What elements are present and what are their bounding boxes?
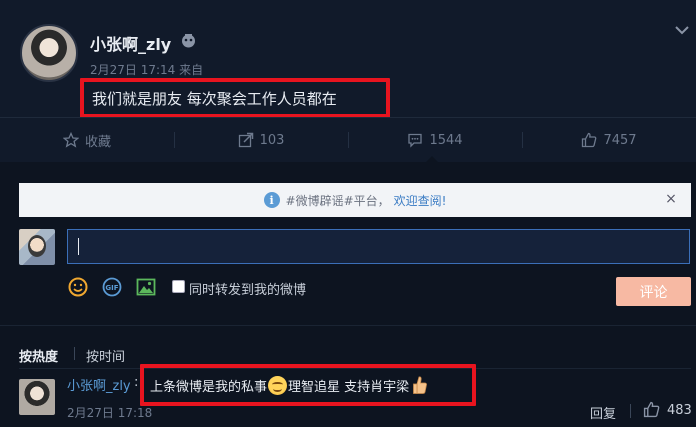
emoji-icon[interactable] xyxy=(68,277,88,297)
chevron-down-icon[interactable] xyxy=(674,24,690,36)
post-author-avatar[interactable] xyxy=(20,24,78,82)
favorite-label: 收藏 xyxy=(84,134,111,150)
comment-author-avatar[interactable] xyxy=(19,379,55,415)
highlight-box-post xyxy=(80,78,390,118)
like-count: 7457 xyxy=(603,132,637,148)
comment-count: 1544 xyxy=(429,132,463,148)
current-user-avatar xyxy=(19,229,55,265)
comment-icon xyxy=(408,133,423,148)
gif-icon[interactable]: GIF xyxy=(102,277,122,297)
comment-author-name[interactable]: 小张啊_zly xyxy=(67,375,131,394)
reply-button[interactable]: 回复 xyxy=(590,403,616,422)
comment-like-count: 483 xyxy=(667,403,692,418)
notice-tag[interactable]: #微博辟谣#平台， xyxy=(286,192,390,209)
divider xyxy=(0,325,696,326)
sort-by-time-tab[interactable]: 按时间 xyxy=(86,346,125,365)
favorite-button[interactable]: 收藏 xyxy=(0,118,174,162)
repost-checkbox-label[interactable]: 同时转发到我的微博 xyxy=(189,279,306,298)
text-caret xyxy=(78,238,79,255)
notice-banner: i #微博辟谣#平台， 欢迎查阅! xyxy=(19,183,691,217)
thumbs-up-icon[interactable] xyxy=(643,401,660,418)
share-icon xyxy=(238,132,253,148)
close-icon[interactable]: × xyxy=(664,191,678,207)
sort-by-hot-tab[interactable]: 按热度 xyxy=(19,346,58,365)
repost-count: 103 xyxy=(259,132,285,148)
info-icon: i xyxy=(263,192,280,208)
image-icon[interactable] xyxy=(136,277,156,297)
comment-input[interactable] xyxy=(67,229,690,264)
comment-colon: : xyxy=(134,375,139,390)
like-button[interactable]: 7457 xyxy=(522,118,696,162)
post-action-bar: 收藏 103 1544 7457 xyxy=(0,118,696,162)
sort-separator xyxy=(74,347,75,360)
comment-action-separator xyxy=(630,404,631,418)
submit-comment-button[interactable]: 评论 xyxy=(616,277,691,306)
panel-pointer xyxy=(425,156,439,163)
post-timestamp: 2月27日 17:14 来自 xyxy=(90,63,204,77)
post-author-name[interactable]: 小张啊_zly xyxy=(90,31,171,55)
repost-button[interactable]: 103 xyxy=(174,118,348,162)
star-icon xyxy=(62,132,79,148)
notice-link[interactable]: 欢迎查阅! xyxy=(394,192,447,209)
highlight-box-comment xyxy=(140,364,476,406)
repost-checkbox[interactable] xyxy=(172,280,185,293)
vip-badge-icon xyxy=(182,34,195,48)
thumbs-up-icon xyxy=(582,132,597,148)
comment-timestamp: 2月27日 17:18 xyxy=(67,406,153,420)
svg-text:GIF: GIF xyxy=(105,284,118,292)
